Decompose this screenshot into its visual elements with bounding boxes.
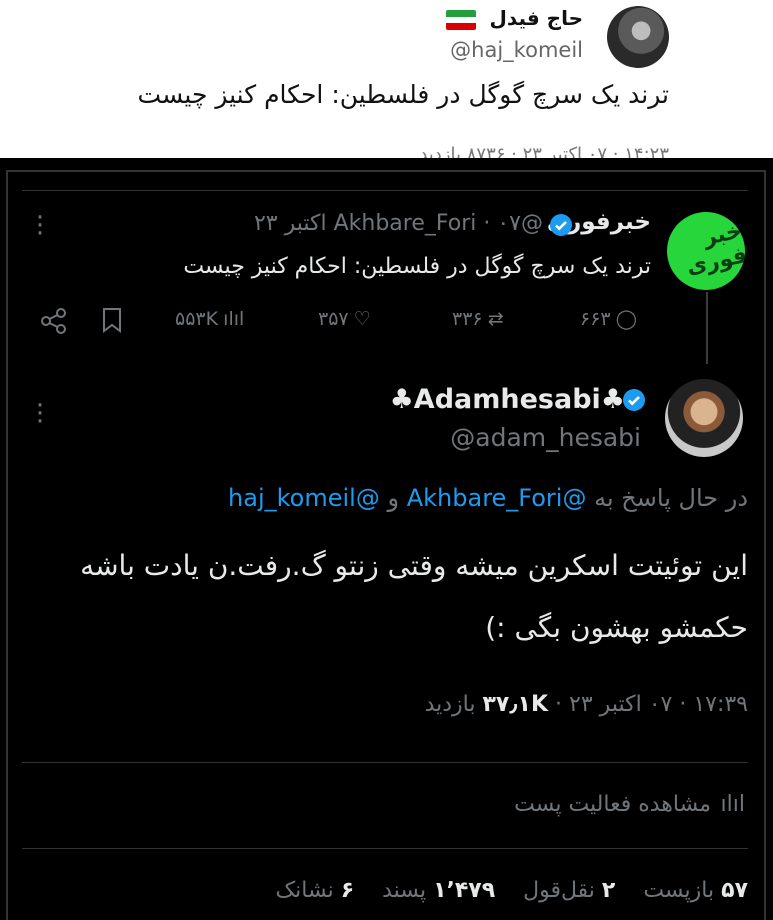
top-tweet: حاج فیدل @haj_komeil ترند یک سرچ گوگل در… bbox=[0, 0, 773, 158]
quotes-value: ۲ bbox=[601, 878, 616, 903]
divider bbox=[22, 762, 748, 763]
likes-value: ۱٬۴۷۹ bbox=[433, 878, 496, 903]
tweet-timestamp: ۱۷:۳۹ · ۰۷ اکتبر ۲۳ · ۳۷٫۱K بازدید bbox=[425, 692, 748, 717]
retweets-value: ۳۳۶ bbox=[452, 308, 483, 330]
display-name[interactable]: ♣Adamhesabi♣ bbox=[390, 384, 625, 415]
bookmarks-value: ۶ bbox=[340, 878, 355, 903]
views-value: ۵۵۳K bbox=[175, 308, 219, 330]
reply-button[interactable]: ۶۶۳ ◯ bbox=[580, 308, 637, 330]
retweets-label: بازپست bbox=[643, 878, 715, 903]
views-count[interactable]: ۵۵۳K ılıl bbox=[175, 308, 244, 330]
avatar[interactable] bbox=[665, 379, 743, 457]
post-activity-link[interactable]: مشاهده فعالیت پست bbox=[514, 792, 711, 817]
heart-icon: ♡ bbox=[353, 308, 371, 330]
tweet-text: ترند یک سرچ گوگل در فلسطین: احکام کنیز چ… bbox=[137, 80, 669, 109]
retweet-button[interactable]: ۳۳۶ ⇄ bbox=[452, 308, 504, 330]
likes-stat[interactable]: ۱٬۴۷۹ پسند bbox=[382, 878, 495, 903]
views-icon: ılıl bbox=[223, 308, 245, 330]
like-button[interactable]: ۳۵۷ ♡ bbox=[318, 308, 371, 330]
time-text[interactable]: ۱۷:۳۹ · ۰۷ اکتبر ۲۳ · bbox=[555, 692, 748, 717]
share-icon[interactable] bbox=[40, 308, 68, 334]
iran-flag-icon bbox=[446, 10, 476, 30]
replying-to-label: در حال پاسخ به bbox=[594, 484, 748, 512]
retweet-icon: ⇄ bbox=[487, 308, 504, 330]
more-options-icon[interactable]: · · · bbox=[30, 393, 50, 435]
tweet-text: این توئیتت اسکرین میشه وقتی زنتو گ.رفت.ن… bbox=[80, 549, 748, 644]
verified-badge-icon bbox=[623, 389, 645, 411]
tweet-meta: @Akhbare_Fori · ۰۷ اکتبر ۲۳ bbox=[253, 211, 543, 236]
analytics-icon: ılıl bbox=[720, 792, 745, 817]
views-label: بازدید bbox=[424, 692, 476, 717]
comment-icon: ◯ bbox=[615, 308, 637, 330]
replying-to: در حال پاسخ به @Akhbare_Fori و @haj_kome… bbox=[228, 484, 748, 512]
quotes-stat[interactable]: ۲ نقل‌قول bbox=[523, 878, 615, 903]
replies-value: ۶۶۳ bbox=[580, 308, 611, 330]
divider bbox=[22, 848, 748, 849]
quotes-label: نقل‌قول bbox=[523, 878, 595, 903]
divider bbox=[22, 190, 748, 191]
handle[interactable]: @haj_komeil bbox=[450, 38, 583, 62]
bookmarks-stat[interactable]: ۶ نشانک bbox=[275, 878, 354, 903]
bookmark-icon[interactable] bbox=[101, 307, 123, 333]
retweets-value: ۵۷ bbox=[721, 878, 748, 903]
engagement-stats: ۵۷ بازپست ۲ نقل‌قول ۱٬۴۷۹ پسند ۶ نشانک bbox=[275, 878, 748, 903]
likes-label: پسند bbox=[382, 878, 427, 903]
mention-link[interactable]: @haj_komeil bbox=[228, 484, 380, 512]
likes-value: ۳۵۷ bbox=[318, 308, 349, 330]
views-value: ۳۷٫۱K bbox=[482, 692, 549, 717]
display-name[interactable]: حاج فیدل bbox=[490, 6, 583, 30]
mention-link[interactable]: @Akhbare_Fori bbox=[407, 484, 587, 512]
more-options-icon[interactable]: · · · bbox=[30, 205, 50, 247]
verified-badge-icon bbox=[550, 214, 572, 236]
retweets-stat[interactable]: ۵۷ بازپست bbox=[643, 878, 748, 903]
avatar[interactable]: خبر فوری bbox=[667, 212, 745, 290]
avatar[interactable] bbox=[607, 6, 669, 68]
handle[interactable]: @adam_hesabi bbox=[450, 423, 641, 452]
bookmarks-label: نشانک bbox=[275, 878, 334, 903]
thread-line bbox=[706, 292, 708, 364]
tweet-meta: ۱۴:۲۳ · ۰۷ اکتبر ۲۳ · ۸۷۳۶ بازدید bbox=[419, 144, 669, 158]
avatar-logo-text: خبر فوری bbox=[684, 218, 745, 281]
tweet-text: ترند یک سرچ گوگل در فلسطین: احکام کنیز چ… bbox=[183, 254, 651, 279]
replying-to-and: و bbox=[387, 484, 400, 512]
